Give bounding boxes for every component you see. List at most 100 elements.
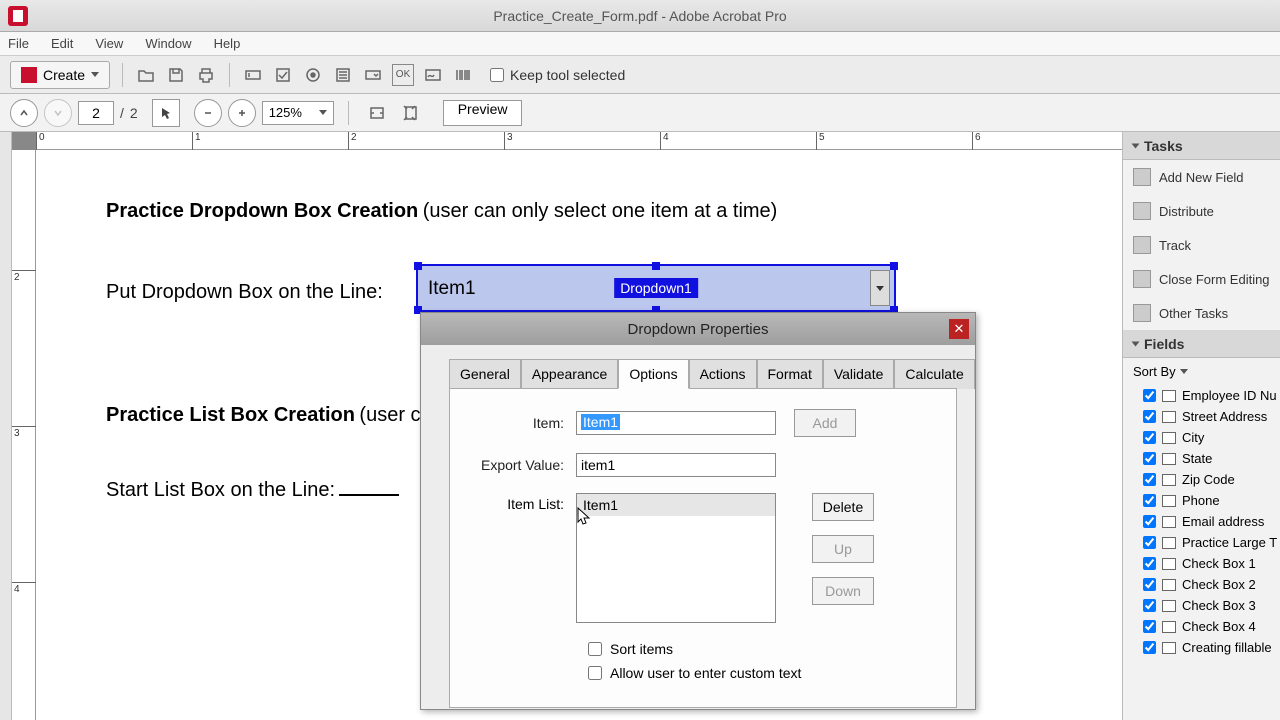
print-icon[interactable] (195, 64, 217, 86)
field-item[interactable]: Email address (1123, 511, 1280, 532)
keep-tool-checkbox[interactable] (490, 68, 504, 82)
field-item[interactable]: City (1123, 427, 1280, 448)
nav-bar: / 2 125% Preview (0, 94, 1280, 132)
down-button[interactable]: Down (812, 577, 874, 605)
open-icon[interactable] (135, 64, 157, 86)
field-item[interactable]: Check Box 2 (1123, 574, 1280, 595)
resize-handle[interactable] (652, 262, 660, 270)
save-icon[interactable] (165, 64, 187, 86)
create-label: Create (43, 67, 85, 83)
page-separator: / (120, 105, 124, 121)
listbox-line-label: Start List Box on the Line: (106, 479, 335, 501)
tab-calculate[interactable]: Calculate (894, 359, 974, 389)
listbox-icon[interactable] (332, 64, 354, 86)
chevron-down-icon (1132, 341, 1140, 346)
text-field-icon (1162, 516, 1176, 528)
text-field-icon (1162, 474, 1176, 486)
barcode-icon[interactable] (452, 64, 474, 86)
field-item[interactable]: Phone (1123, 490, 1280, 511)
dropdown-icon[interactable] (362, 64, 384, 86)
signature-icon[interactable] (422, 64, 444, 86)
task-close-editing[interactable]: Close Form Editing (1123, 262, 1280, 296)
menu-window[interactable]: Window (145, 36, 191, 51)
delete-button[interactable]: Delete (812, 493, 874, 521)
dialog-tabs: General Appearance Options Actions Forma… (421, 345, 975, 389)
field-item[interactable]: Street Address (1123, 406, 1280, 427)
task-distribute[interactable]: Distribute (1123, 194, 1280, 228)
text-field-icon (1162, 453, 1176, 465)
up-button[interactable]: Up (812, 535, 874, 563)
field-item[interactable]: Creating fillable (1123, 637, 1280, 658)
preview-button[interactable]: Preview (443, 100, 523, 126)
checkbox-field-icon (1162, 579, 1176, 591)
item-list[interactable]: Item1 (576, 493, 776, 623)
list-item[interactable]: Item1 (577, 494, 775, 516)
tab-format[interactable]: Format (757, 359, 823, 389)
separator (348, 101, 349, 125)
separator (229, 63, 230, 87)
zoom-select[interactable]: 125% (262, 101, 334, 125)
item-list-label: Item List: (466, 493, 576, 512)
close-button[interactable]: ✕ (949, 319, 969, 339)
task-add-field[interactable]: Add New Field (1123, 160, 1280, 194)
field-item[interactable]: Check Box 1 (1123, 553, 1280, 574)
checkbox-icon[interactable] (272, 64, 294, 86)
task-track[interactable]: Track (1123, 228, 1280, 262)
task-other[interactable]: Other Tasks (1123, 296, 1280, 330)
distribute-icon (1133, 202, 1151, 220)
toolbar: Create OK Keep tool selected (0, 56, 1280, 94)
fit-width-icon[interactable] (363, 99, 391, 127)
field-item[interactable]: Check Box 4 (1123, 616, 1280, 637)
resize-handle[interactable] (414, 262, 422, 270)
allow-custom-checkbox[interactable] (588, 666, 602, 680)
field-item[interactable]: Zip Code (1123, 469, 1280, 490)
menu-edit[interactable]: Edit (51, 36, 73, 51)
select-tool[interactable] (152, 99, 180, 127)
dropdown-form-field[interactable]: Item1 Dropdown1 (416, 264, 896, 312)
item-input[interactable]: Item1 (576, 411, 776, 435)
field-item[interactable]: State (1123, 448, 1280, 469)
page-up-button[interactable] (10, 99, 38, 127)
dropdown-selected-text: Item1 (428, 278, 476, 300)
tab-appearance[interactable]: Appearance (521, 359, 619, 389)
fields-list[interactable]: Employee ID Nu Street Address City State… (1123, 385, 1280, 720)
resize-handle[interactable] (890, 262, 898, 270)
keep-tool-selected[interactable]: Keep tool selected (490, 67, 625, 83)
item-label: Item: (466, 415, 576, 431)
tab-options[interactable]: Options (618, 359, 688, 389)
button-icon[interactable]: OK (392, 64, 414, 86)
menu-help[interactable]: Help (214, 36, 241, 51)
close-editing-icon (1133, 270, 1151, 288)
field-underline (339, 494, 399, 496)
field-item[interactable]: Employee ID Nu (1123, 385, 1280, 406)
chevron-down-icon (91, 72, 99, 77)
fields-sortby[interactable]: Sort By (1123, 358, 1280, 385)
zoom-in-button[interactable] (228, 99, 256, 127)
page-number-input[interactable] (78, 101, 114, 125)
separator (122, 63, 123, 87)
dialog-titlebar[interactable]: Dropdown Properties ✕ (421, 313, 975, 345)
tasks-header[interactable]: Tasks (1123, 132, 1280, 160)
dropdown-line-label: Put Dropdown Box on the Line: (106, 281, 383, 303)
fit-page-icon[interactable] (397, 99, 425, 127)
zoom-out-button[interactable] (194, 99, 222, 127)
nav-pane-strip[interactable] (0, 132, 12, 720)
fields-header[interactable]: Fields (1123, 330, 1280, 358)
sort-items-checkbox[interactable] (588, 642, 602, 656)
add-button[interactable]: Add (794, 409, 856, 437)
text-field-icon[interactable] (242, 64, 264, 86)
menu-file[interactable]: File (8, 36, 29, 51)
page-down-button[interactable] (44, 99, 72, 127)
export-value-input[interactable] (576, 453, 776, 477)
acrobat-icon (8, 6, 28, 26)
create-button[interactable]: Create (10, 61, 110, 89)
field-item[interactable]: Check Box 3 (1123, 595, 1280, 616)
tab-actions[interactable]: Actions (689, 359, 757, 389)
tab-general[interactable]: General (449, 359, 521, 389)
menu-view[interactable]: View (95, 36, 123, 51)
dropdown-arrow[interactable] (870, 270, 890, 306)
radio-icon[interactable] (302, 64, 324, 86)
tab-validate[interactable]: Validate (823, 359, 895, 389)
field-item[interactable]: Practice Large T (1123, 532, 1280, 553)
sort-items-label: Sort items (610, 641, 673, 657)
